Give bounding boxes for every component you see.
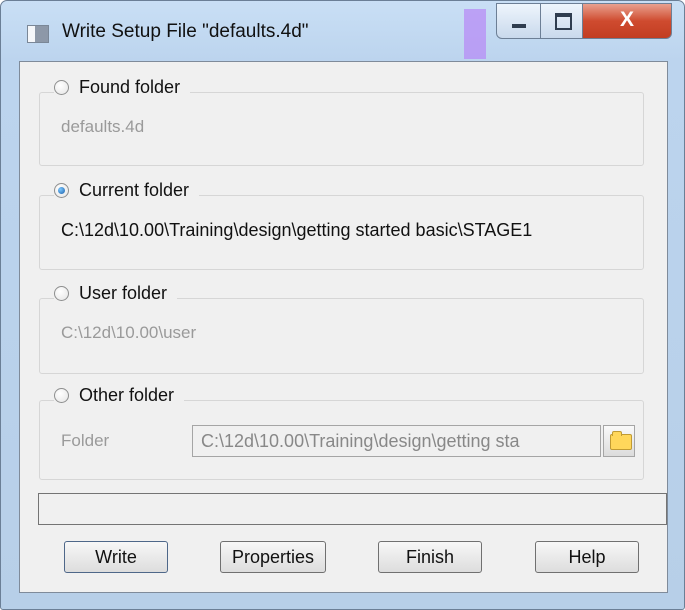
title-bar[interactable]: Write Setup File "defaults.4d" X: [1, 1, 684, 61]
user-folder-group: User folder C:\12d\10.00\user: [39, 283, 644, 374]
window-title: Write Setup File "defaults.4d": [62, 21, 309, 42]
dialog-content: Found folder defaults.4d Current folder …: [19, 61, 668, 593]
found-folder-radio[interactable]: [54, 80, 69, 95]
current-folder-option[interactable]: Current folder: [54, 180, 200, 201]
user-folder-label: User folder: [79, 283, 168, 303]
other-folder-input[interactable]: C:\12d\10.00\Training\design\getting sta: [192, 425, 601, 457]
current-folder-label: Current folder: [79, 180, 190, 200]
browse-folder-button[interactable]: [603, 425, 635, 457]
close-button[interactable]: X: [582, 3, 672, 39]
app-window-icon: [27, 25, 49, 43]
minimize-icon: [512, 24, 526, 28]
status-message-bar: [38, 493, 667, 525]
user-folder-option[interactable]: User folder: [54, 283, 178, 304]
current-folder-path: C:\12d\10.00\Training\design\getting sta…: [61, 220, 533, 240]
close-icon: X: [619, 8, 634, 31]
properties-button[interactable]: Properties: [220, 541, 326, 573]
folder-field-label: Folder: [61, 431, 110, 450]
user-folder-radio[interactable]: [54, 286, 69, 301]
found-folder-option[interactable]: Found folder: [54, 77, 191, 98]
other-folder-option[interactable]: Other folder: [54, 385, 185, 406]
found-folder-path: defaults.4d: [61, 117, 145, 136]
user-folder-path: C:\12d\10.00\user: [61, 323, 197, 342]
other-folder-radio[interactable]: [54, 388, 69, 403]
finish-button[interactable]: Finish: [378, 541, 482, 573]
current-folder-radio[interactable]: [54, 183, 69, 198]
other-folder-group: Other folder Folder C:\12d\10.00\Trainin…: [39, 385, 644, 480]
maximize-button[interactable]: [540, 3, 584, 39]
found-folder-label: Found folder: [79, 77, 181, 97]
minimize-button[interactable]: [496, 3, 542, 39]
folder-icon: [610, 431, 632, 450]
current-folder-group: Current folder C:\12d\10.00\Training\des…: [39, 180, 644, 270]
window-accent: [464, 9, 486, 59]
help-button[interactable]: Help: [535, 541, 639, 573]
other-folder-label: Other folder: [79, 385, 175, 405]
maximize-icon: [555, 13, 572, 30]
write-setup-file-window: Write Setup File "defaults.4d" X Found f…: [0, 0, 685, 610]
write-button[interactable]: Write: [64, 541, 168, 573]
found-folder-group: Found folder defaults.4d: [39, 77, 644, 166]
